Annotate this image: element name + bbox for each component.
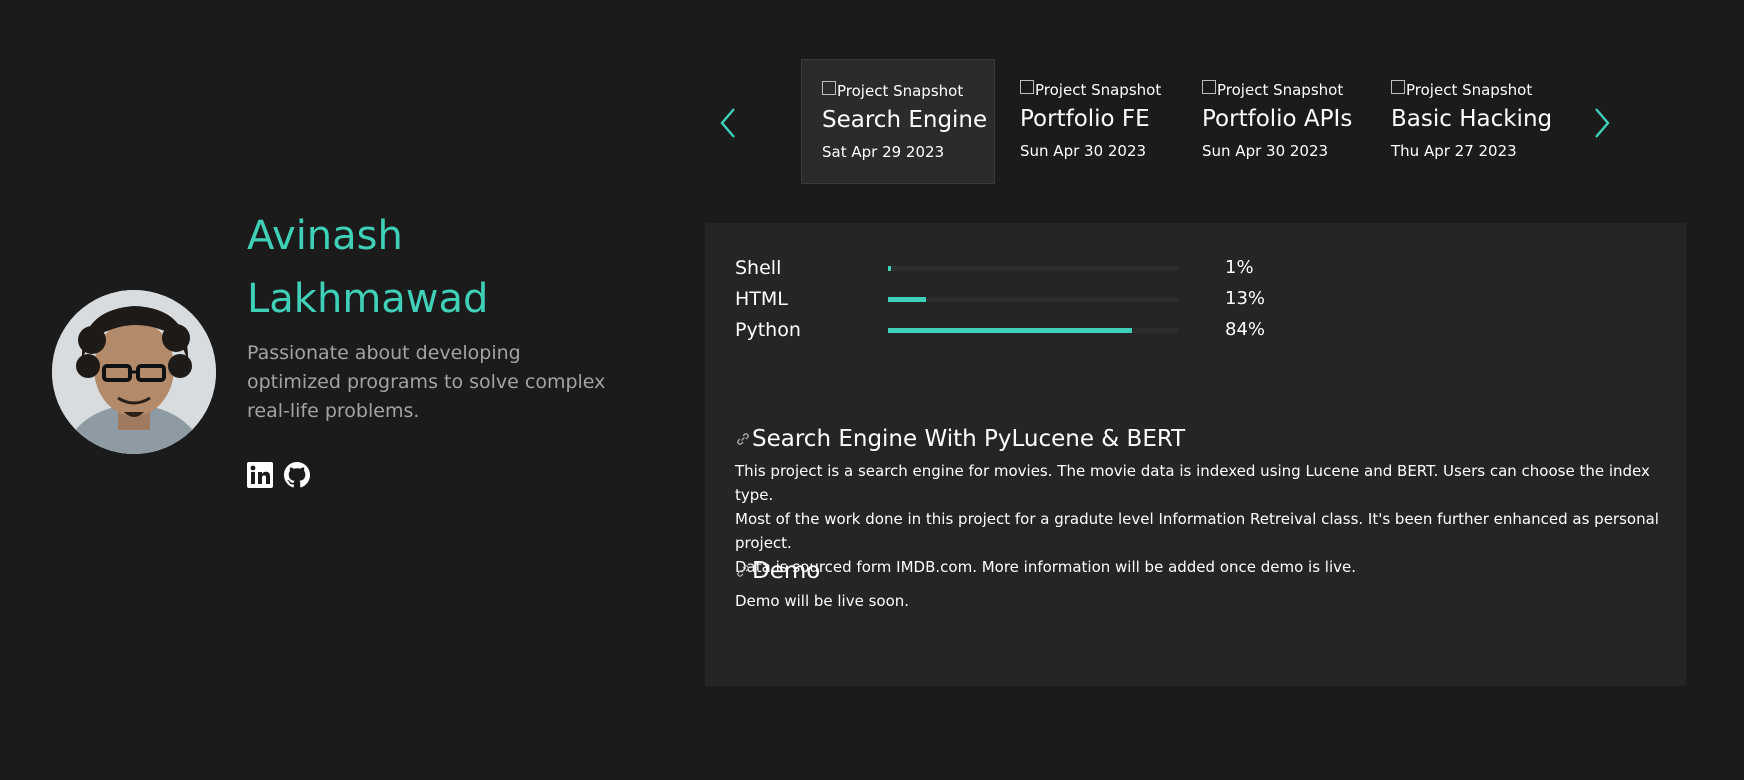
project-card-date: Thu Apr 27 2023 xyxy=(1391,142,1517,160)
demo-text: Demo will be live soon. xyxy=(735,592,910,610)
profile-last-name: Lakhmawad xyxy=(247,276,489,322)
carousel-prev-button[interactable] xyxy=(717,106,741,140)
snapshot-alt-text: Project Snapshot xyxy=(837,82,964,100)
language-name: Python xyxy=(735,319,801,341)
language-name: Shell xyxy=(735,257,782,279)
project-heading-text: Search Engine With PyLucene & BERT xyxy=(752,426,1186,452)
language-bar-fill xyxy=(888,297,926,302)
project-description: This project is a search engine for movi… xyxy=(735,459,1665,579)
link-icon xyxy=(737,565,749,577)
language-bar-track xyxy=(888,297,1179,302)
snapshot-alt-text: Project Snapshot xyxy=(1406,81,1533,99)
project-card-title: Basic Hacking xyxy=(1391,106,1553,132)
project-snapshot-image: Project Snapshot xyxy=(1202,80,1344,99)
project-detail-panel: Shell 1% HTML 13% Python 84% Search Engi… xyxy=(705,223,1686,686)
profile-bio: Passionate about developing optimized pr… xyxy=(247,342,606,422)
portfolio-page: Avinash Lakhmawad Passionate about devel… xyxy=(0,0,1744,780)
project-card-search-engine[interactable]: Project Snapshot Search Engine Sat Apr 2… xyxy=(801,59,995,184)
description-paragraph-2: Most of the work done in this project fo… xyxy=(735,510,1659,552)
project-card-basic-hacking[interactable]: Project Snapshot Basic Hacking Thu Apr 2… xyxy=(1391,59,1561,184)
project-snapshot-image: Project Snapshot xyxy=(1020,80,1162,99)
project-card-portfolio-fe[interactable]: Project Snapshot Portfolio FE Sun Apr 30… xyxy=(1020,59,1180,184)
language-bar-fill xyxy=(888,266,891,271)
carousel-next-button[interactable] xyxy=(1589,106,1613,140)
project-snapshot-image: Project Snapshot xyxy=(822,81,964,100)
chevron-left-icon xyxy=(720,108,735,138)
profile-name: Avinash Lakhmawad xyxy=(247,205,607,331)
project-card-portfolio-apis[interactable]: Project Snapshot Portfolio APIs Sun Apr … xyxy=(1202,59,1367,184)
chevron-right-icon xyxy=(1595,108,1610,138)
github-icon[interactable] xyxy=(284,462,310,488)
snapshot-alt-text: Project Snapshot xyxy=(1035,81,1162,99)
profile-first-name: Avinash xyxy=(247,213,403,259)
project-card-title: Portfolio FE xyxy=(1020,106,1150,132)
link-icon xyxy=(737,433,749,445)
language-bar-fill xyxy=(888,328,1133,333)
language-name: HTML xyxy=(735,288,788,310)
broken-image-icon xyxy=(1391,80,1405,94)
description-paragraph-1: This project is a search engine for movi… xyxy=(735,462,1650,504)
demo-heading: Demo xyxy=(735,558,820,584)
language-bar-track xyxy=(888,266,1179,271)
social-links xyxy=(247,462,310,488)
project-snapshot-image: Project Snapshot xyxy=(1391,80,1533,99)
project-card-title: Portfolio APIs xyxy=(1202,106,1353,132)
project-heading: Search Engine With PyLucene & BERT xyxy=(735,426,1185,452)
project-card-date: Sun Apr 30 2023 xyxy=(1202,142,1329,160)
language-bar-track xyxy=(888,328,1179,333)
project-card-date: Sun Apr 30 2023 xyxy=(1020,142,1147,160)
broken-image-icon xyxy=(1202,80,1216,94)
project-card-date: Sat Apr 29 2023 xyxy=(822,143,945,161)
language-percent: 13% xyxy=(1225,288,1266,309)
linkedin-icon[interactable] xyxy=(247,462,273,488)
language-percent: 1% xyxy=(1225,257,1254,278)
language-percent: 84% xyxy=(1225,319,1266,340)
description-paragraph-3: Data is sourced form IMDB.com. More info… xyxy=(735,558,1357,576)
snapshot-alt-text: Project Snapshot xyxy=(1217,81,1344,99)
profile-avatar xyxy=(52,290,216,454)
broken-image-icon xyxy=(1020,80,1034,94)
project-card-title: Search Engine xyxy=(822,107,988,133)
demo-heading-text: Demo xyxy=(752,558,821,584)
broken-image-icon xyxy=(822,81,836,95)
